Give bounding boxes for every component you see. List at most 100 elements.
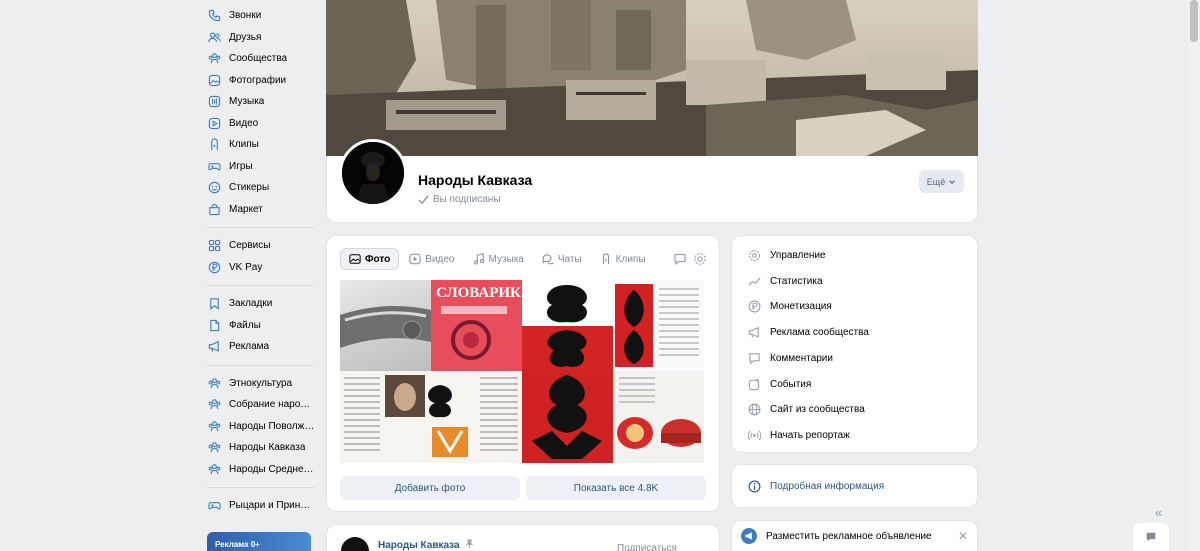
sidebar-item-ads[interactable]: Реклама	[200, 336, 318, 358]
sidebar-item-phone[interactable]: Звонки	[200, 5, 318, 27]
sidebar-ad-banner[interactable]: Реклама 0+	[207, 532, 311, 551]
nav-divider	[207, 364, 314, 366]
video-icon	[409, 253, 421, 265]
photo-book-cover[interactable]: СЛОВАРИК	[431, 280, 522, 371]
menu-manage[interactable]: Управление	[748, 247, 826, 263]
chats-icon	[542, 254, 554, 265]
sidebar-item-music[interactable]: Музыка	[200, 91, 318, 113]
page-scrollbar[interactable]	[1188, 0, 1200, 551]
sidebar-item-label: Реклама	[229, 341, 270, 353]
pin-icon	[466, 539, 474, 548]
photo-hat-art	[617, 377, 701, 449]
settings-gear-icon[interactable]	[693, 252, 707, 266]
community-title: Народы Кавказа	[418, 172, 533, 188]
sidebar-item-label: Игры	[229, 160, 253, 172]
photo-ornament-black-red[interactable]	[522, 280, 613, 371]
tab-photos[interactable]: Фото	[340, 248, 400, 270]
photo-book-page-hat[interactable]	[613, 371, 704, 463]
sidebar-item-label: Народы Средней ...	[229, 463, 315, 475]
place-ad-label: Разместить рекламное объявление	[766, 530, 932, 542]
discussion-icon[interactable]	[673, 252, 687, 266]
collapse-chevrons-icon[interactable]: «	[1155, 505, 1162, 520]
sidebar-item-games[interactable]: Рыцари и Принце...	[200, 495, 318, 517]
community-avatar[interactable]	[339, 139, 407, 207]
sidebar-item-community[interactable]: Народы Поволжь...	[200, 416, 318, 438]
photo-ornament-art	[522, 285, 613, 371]
sidebar-item-label: Закладки	[229, 298, 273, 310]
sidebar-item-vkpay[interactable]: VK Pay	[200, 257, 318, 279]
menu-site-label: Сайт из сообщества	[770, 403, 865, 415]
menu-start-broadcast[interactable]: Начать репортаж	[748, 427, 850, 443]
sidebar-item-bookmarks[interactable]: Закладки	[200, 293, 318, 315]
chat-button[interactable]	[1133, 523, 1169, 551]
communities-icon	[207, 52, 221, 66]
sidebar-item-community[interactable]: Народы Кавказа	[200, 437, 318, 459]
tab-videos[interactable]: Видео	[401, 248, 462, 270]
broadcast-icon	[748, 429, 761, 442]
photo-silver-belt[interactable]	[340, 280, 431, 371]
photo-red-felt-ornament[interactable]	[522, 371, 613, 463]
clips-icon	[602, 253, 609, 265]
ruble-icon	[748, 300, 761, 313]
friends-icon	[207, 30, 221, 44]
files-icon	[207, 318, 221, 332]
post-subscribe-link[interactable]: Подписаться	[617, 543, 677, 551]
subscription-status[interactable]: Вы подписаны	[418, 194, 501, 205]
sidebar-item-games[interactable]: Игры	[200, 156, 318, 178]
sidebar-item-files[interactable]: Файлы	[200, 315, 318, 337]
music-icon	[207, 95, 221, 109]
tab-chats[interactable]: Чаты	[534, 248, 590, 270]
photo-book-spread-portrait[interactable]	[340, 371, 522, 463]
detailed-info-label: Подробная информация	[770, 481, 885, 492]
tab-chats-label: Чаты	[557, 253, 582, 265]
menu-statistics[interactable]: Статистика	[748, 273, 823, 289]
tab-music[interactable]: Музыка	[465, 248, 532, 270]
add-photo-button[interactable]: Добавить фото	[340, 476, 520, 500]
menu-comments[interactable]: Комментарии	[748, 350, 833, 366]
scrollbar-thumb[interactable]	[1190, 0, 1198, 42]
menu-events-label: События	[770, 378, 812, 390]
stats-icon	[748, 275, 761, 288]
sidebar-item-market[interactable]: Маркет	[200, 199, 318, 221]
more-button[interactable]: Ещё	[919, 170, 964, 193]
cover-photo-old-city	[326, 0, 978, 156]
menu-community-ads-label: Реклама сообщества	[770, 326, 869, 338]
sidebar-item-video[interactable]: Видео	[200, 113, 318, 135]
phone-icon	[207, 9, 221, 23]
sidebar-item-clips[interactable]: Клипы	[200, 134, 318, 156]
place-ad-link[interactable]: Разместить рекламное объявление	[741, 528, 932, 544]
sidebar-item-photos[interactable]: Фотографии	[200, 70, 318, 92]
left-sidebar: Звонки Друзья Сообщества Фотографии Музыка Ви…	[200, 0, 318, 517]
sidebar-item-community[interactable]: Этнокультура	[200, 373, 318, 395]
community-header-card	[326, 156, 978, 223]
sidebar-item-label: Клипы	[229, 139, 259, 151]
more-button-label: Ещё	[926, 176, 946, 187]
photo-book-page-ornament[interactable]	[613, 280, 704, 371]
tab-clips[interactable]: Клипы	[592, 248, 654, 270]
menu-site-from-community[interactable]: Сайт из сообщества	[748, 401, 865, 417]
menu-manage-label: Управление	[770, 249, 826, 261]
show-all-photos-button[interactable]: Показать все 4.8K	[526, 476, 706, 500]
sidebar-item-label: Звонки	[229, 10, 262, 22]
detailed-info-link[interactable]: Подробная информация	[748, 480, 884, 493]
sidebar-item-services[interactable]: Сервисы	[200, 235, 318, 257]
sidebar-item-stickers[interactable]: Стикеры	[200, 177, 318, 199]
sidebar-item-friends[interactable]: Друзья	[200, 27, 318, 49]
post-author-name[interactable]: Народы Кавказа	[378, 539, 474, 551]
post-author-label: Народы Кавказа	[378, 540, 460, 551]
menu-community-ads[interactable]: Реклама сообщества	[748, 324, 869, 340]
post-author-avatar[interactable]	[341, 537, 369, 551]
games-icon	[207, 499, 221, 513]
community-icon	[207, 462, 221, 476]
close-icon[interactable]: ✕	[958, 529, 968, 543]
menu-events[interactable]: События	[748, 376, 811, 392]
menu-monetization[interactable]: Монетизация	[748, 298, 832, 314]
sidebar-item-communities[interactable]: Сообщества	[200, 48, 318, 70]
sidebar-item-label: Сервисы	[229, 240, 271, 252]
sidebar-item-community[interactable]: Собрание народн...	[200, 394, 318, 416]
sidebar-item-label: Народы Поволжь...	[229, 420, 315, 432]
menu-monetization-label: Монетизация	[770, 300, 832, 312]
gear-icon	[748, 249, 761, 262]
avatar-portrait	[342, 142, 404, 204]
sidebar-item-community[interactable]: Народы Средней ...	[200, 459, 318, 481]
